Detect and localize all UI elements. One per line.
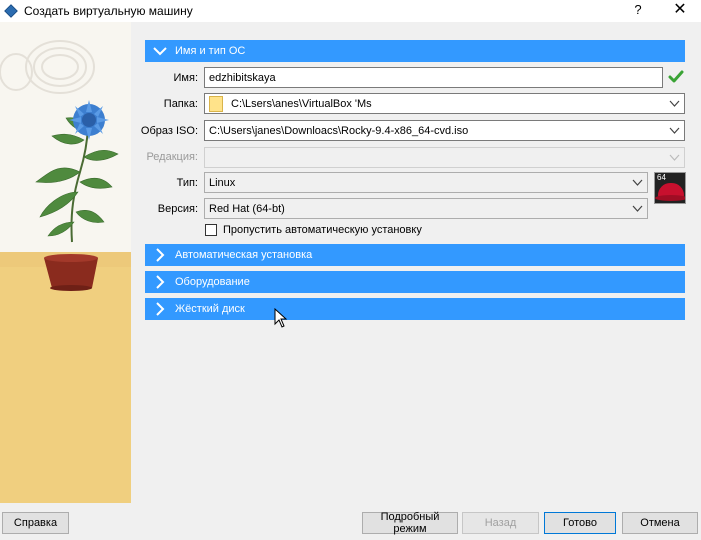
chevron-down-icon bbox=[153, 44, 167, 58]
edition-select bbox=[204, 147, 685, 168]
name-label: Имя: bbox=[173, 72, 198, 84]
back-button[interactable]: Назад bbox=[462, 512, 539, 534]
mouse-cursor-icon bbox=[274, 308, 288, 328]
chevron-down-icon bbox=[632, 205, 643, 212]
folder-value: C:\Lsers\anes\VirtualBox 'Ms bbox=[231, 97, 372, 110]
chevron-down-icon bbox=[669, 100, 680, 107]
redhat-os-icon: 64 bbox=[654, 172, 686, 204]
chevron-right-icon bbox=[153, 302, 167, 316]
type-select[interactable]: Linux bbox=[204, 172, 648, 193]
name-value: edzhibitskaya bbox=[209, 71, 276, 84]
wizard-illustration bbox=[0, 22, 131, 503]
skip-unattended-option[interactable]: Пропустить автоматическую установку bbox=[205, 224, 422, 236]
section-unattended-header[interactable]: Автоматическая установка bbox=[145, 244, 685, 266]
chevron-right-icon bbox=[153, 248, 167, 262]
section-name-os-header[interactable]: Имя и тип ОС bbox=[145, 40, 685, 62]
folder-select[interactable]: C:\Lsers\anes\VirtualBox 'Ms bbox=[204, 93, 685, 114]
finish-button[interactable]: Готово bbox=[544, 512, 616, 534]
cancel-button[interactable]: Отмена bbox=[622, 512, 698, 534]
folder-label: Папка: bbox=[163, 98, 198, 110]
iso-value: C:\Users\janes\Downloacs\Rocky-9.4-x86_6… bbox=[209, 124, 469, 137]
skip-unattended-checkbox[interactable] bbox=[205, 224, 217, 236]
section-hardware-label: Оборудование bbox=[175, 276, 250, 288]
version-select[interactable]: Red Hat (64-bt) bbox=[204, 198, 648, 219]
folder-icon bbox=[209, 95, 223, 112]
chevron-down-icon bbox=[669, 127, 680, 134]
section-name-os-label: Имя и тип ОС bbox=[175, 45, 246, 57]
window-title: Создать виртуальную машину bbox=[24, 4, 193, 18]
help-title-button[interactable]: ? bbox=[630, 2, 646, 17]
close-button[interactable]: ✕ bbox=[672, 0, 688, 20]
iso-select[interactable]: C:\Users\janes\Downloacs\Rocky-9.4-x86_6… bbox=[204, 120, 685, 141]
type-label: Тип: bbox=[176, 177, 198, 189]
version-label: Версия: bbox=[157, 203, 198, 215]
virtualbox-icon bbox=[4, 4, 18, 18]
edition-label: Редакция: bbox=[146, 151, 198, 163]
skip-unattended-label: Пропустить автоматическую установку bbox=[223, 224, 422, 236]
name-input[interactable]: edzhibitskaya bbox=[204, 67, 663, 88]
type-value: Linux bbox=[209, 176, 236, 189]
iso-label: Образ ISO: bbox=[140, 125, 198, 137]
help-button[interactable]: Справка bbox=[2, 512, 69, 534]
section-harddisk-header[interactable]: Жёсткий диск bbox=[145, 298, 685, 320]
chevron-down-icon bbox=[669, 154, 680, 161]
plant-illustration-icon bbox=[0, 40, 119, 291]
os-bitness-badge: 64 bbox=[655, 173, 668, 182]
chevron-down-icon bbox=[632, 179, 643, 186]
title-bar: Создать виртуальную машину ? ✕ bbox=[0, 0, 701, 22]
version-value: Red Hat (64-bt) bbox=[209, 202, 285, 215]
valid-check-icon bbox=[668, 70, 684, 83]
section-unattended-label: Автоматическая установка bbox=[175, 249, 313, 261]
section-harddisk-label: Жёсткий диск bbox=[175, 303, 245, 315]
chevron-right-icon bbox=[153, 275, 167, 289]
expert-mode-button[interactable]: Подробный режим bbox=[362, 511, 458, 535]
section-hardware-header[interactable]: Оборудование bbox=[145, 271, 685, 293]
